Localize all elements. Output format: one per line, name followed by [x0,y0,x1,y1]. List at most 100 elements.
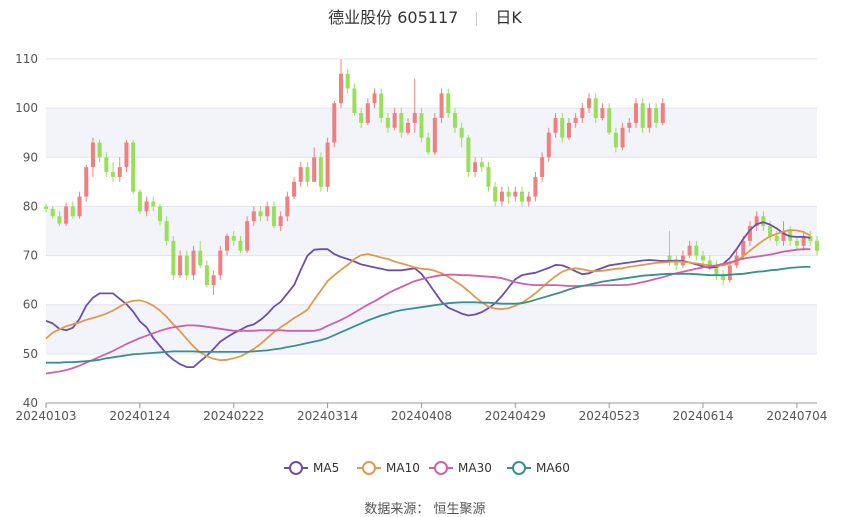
candle-up [620,127,625,148]
candle-up [647,108,652,128]
y-tick-label: 90 [23,150,38,164]
candle-up [513,191,518,197]
x-tick-label: 20240429 [485,409,546,423]
candle-down [399,113,404,133]
y-tick-label: 110 [15,52,38,66]
x-tick-label: 20240408 [391,409,452,423]
kline-chart: 40 50 60 70 80 90 100 110 20240103 20240124 202402… [15,52,827,475]
candle-down [238,240,243,251]
candle-up [245,221,250,251]
candle-up [117,167,122,177]
legend-marker-ma30 [434,461,448,475]
legend-label-ma60: MA60 [536,461,570,475]
candle-up [526,196,531,202]
candle-up [566,122,571,138]
candle-up [278,216,283,227]
candle-down [43,206,49,209]
candle-up [365,103,370,123]
candle-down [171,240,176,276]
candle-up [406,122,411,133]
x-tick-label: 20240124 [109,409,170,423]
candle-up [332,103,337,143]
candle-down [794,240,799,246]
candle-up [225,235,230,251]
candle-down [667,255,672,261]
legend-marker-ma60 [512,461,526,475]
candle-up [727,265,732,281]
candle-down [151,201,156,207]
candle-up [285,196,290,217]
candle-up [660,103,665,123]
y-tick-label: 70 [23,249,38,263]
candle-up [251,211,256,222]
candle-up [553,117,558,133]
candle-down [506,191,511,197]
candle-up [84,167,89,197]
candle-up [372,93,377,104]
candle-up [325,142,330,187]
candle-down [419,113,424,138]
candle-up [90,142,95,168]
y-tick-label: 50 [23,347,38,361]
candle-up [432,117,437,153]
candle-down [97,142,102,158]
candle-up [178,255,183,276]
candle-down [131,142,136,192]
candle-down [345,73,350,89]
candle-down [198,250,203,266]
candle-up [298,167,303,182]
candle-down [426,137,431,153]
candle-up [627,122,632,128]
candle-down [479,162,484,168]
candle-up [64,206,69,224]
x-tick-label: 20240704 [766,409,827,423]
candle-down [459,127,464,138]
candle-down [694,245,699,256]
candle-up [77,196,82,217]
candle-down [70,206,75,217]
candle-up [573,117,578,123]
x-tick-label: 20240614 [672,409,733,423]
candle-up [580,108,585,118]
legend-marker-ma5 [289,461,303,475]
candle-down [258,211,263,217]
candle-up [392,113,397,128]
candle-down [305,167,310,182]
candle-down [359,113,364,123]
candle-down [111,172,116,177]
candle-up [439,93,444,118]
candle-up [312,157,317,182]
x-tick-label: 20240523 [579,409,640,423]
x-tick-label: 20240103 [15,409,76,423]
legend-label-ma10: MA10 [386,461,420,475]
candle-down [137,191,142,212]
candle-up [546,132,551,158]
candle-up [587,98,592,109]
candle-up [338,73,344,104]
candle-up [265,206,270,217]
candle-down [50,208,55,217]
x-tick-label: 20240222 [203,409,264,423]
candle-up [741,240,746,256]
candle-up [473,162,478,173]
candle-up [533,176,538,197]
candle-down [486,167,491,187]
candle-up [600,108,605,118]
legend-label-ma5: MA5 [313,461,339,475]
candle-up [499,191,504,202]
y-tick-label: 60 [23,298,38,312]
candle-down [607,108,612,133]
candle-down [57,216,62,224]
candle-down [493,186,498,202]
candle-down [231,235,236,241]
candle-down [385,117,390,128]
candle-down [774,235,779,241]
candle-up [124,142,129,168]
candle-down [271,206,276,227]
candle-down [768,226,773,236]
y-tick-label: 40 [23,396,38,410]
candle-down [466,137,471,173]
candle-down [761,216,766,227]
candle-up [540,157,545,177]
candle-up [412,113,417,123]
